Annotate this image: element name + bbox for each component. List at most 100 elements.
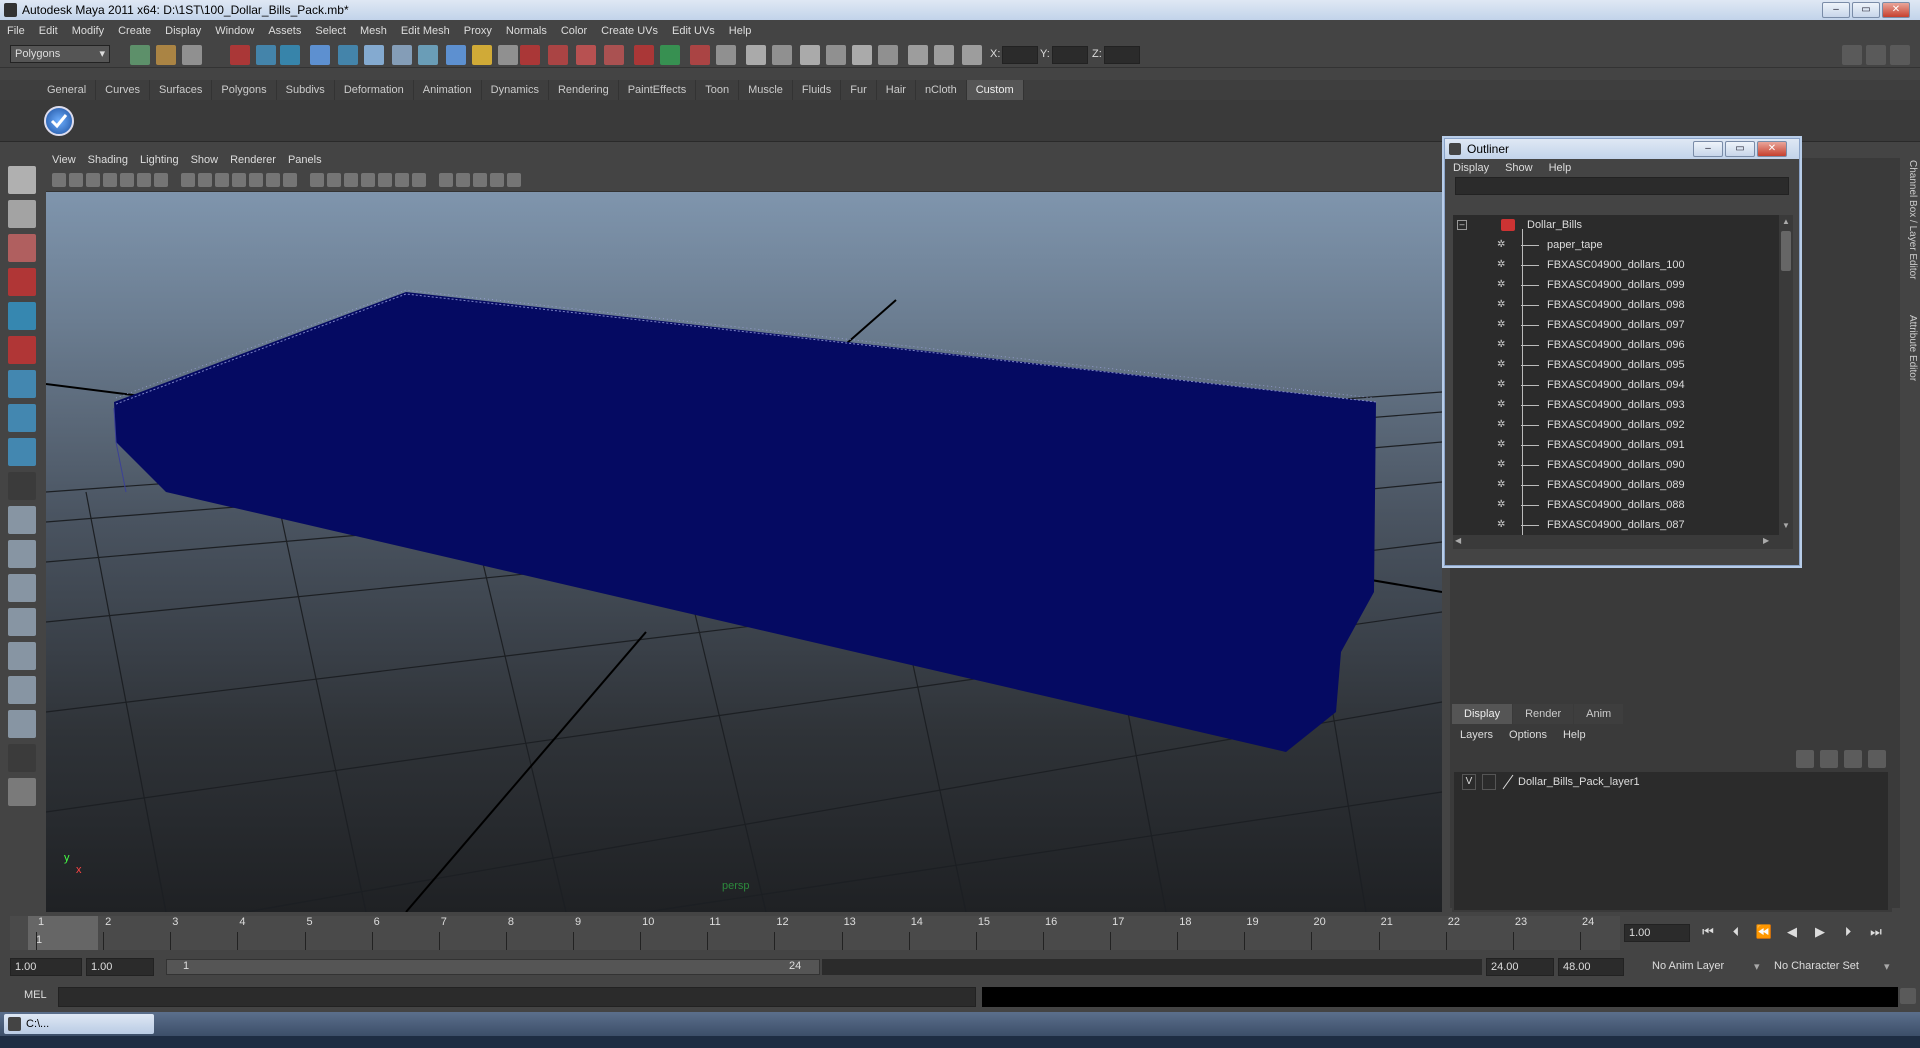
status-tool-28-icon[interactable]	[878, 45, 898, 65]
status-tool-30-icon[interactable]	[934, 45, 954, 65]
viewport-tool-26-icon[interactable]	[507, 173, 521, 187]
outliner-item[interactable]: ✲ FBXASC04900_dollars_089	[1453, 475, 1779, 495]
start-time-input[interactable]: 1.00	[10, 958, 82, 976]
status-tool-10-icon[interactable]	[392, 45, 412, 65]
paint-select-tool-icon[interactable]	[8, 234, 36, 262]
outliner-item[interactable]: ✲ paper_tape	[1453, 235, 1779, 255]
status-tool-27-icon[interactable]	[852, 45, 872, 65]
close-button[interactable]: ✕	[1882, 2, 1910, 18]
shelf-tab-fluids[interactable]: Fluids	[792, 80, 842, 100]
viewport-tool-5-icon[interactable]	[120, 173, 134, 187]
status-tool-8-icon[interactable]	[338, 45, 358, 65]
mode-selector[interactable]: Polygons ▾	[10, 45, 110, 63]
status-tool-15-icon[interactable]	[520, 45, 540, 65]
menu-item-edit-uvs[interactable]: Edit UVs	[672, 25, 715, 37]
viewport-menu-renderer[interactable]: Renderer	[230, 154, 276, 166]
menu-item-file[interactable]: File	[7, 25, 25, 37]
shelf-tab-general[interactable]: General	[38, 80, 97, 100]
scroll-right-icon[interactable]: ▶	[1763, 536, 1769, 545]
scroll-down-icon[interactable]: ▼	[1781, 521, 1791, 531]
step-back-frame-icon[interactable]: ⏪	[1752, 924, 1776, 944]
outliner-item[interactable]: ✲ FBXASC04900_dollars_095	[1453, 355, 1779, 375]
z-coordinate-input[interactable]	[1104, 46, 1140, 64]
shelf-tab-surfaces[interactable]: Surfaces	[149, 80, 213, 100]
layer-menu-options[interactable]: Options	[1509, 729, 1547, 741]
viewport-tool-25-icon[interactable]	[490, 173, 504, 187]
scroll-left-icon[interactable]: ◀	[1455, 536, 1461, 545]
status-tool-31-icon[interactable]	[962, 45, 982, 65]
viewport-menu-show[interactable]: Show	[191, 154, 219, 166]
command-input[interactable]	[58, 987, 976, 1007]
go-to-start-icon[interactable]: ⏮	[1696, 924, 1720, 944]
move-tool-icon[interactable]	[8, 268, 36, 296]
viewport-tool-15-icon[interactable]	[310, 173, 324, 187]
viewport-tool-13-icon[interactable]	[266, 173, 280, 187]
viewport-tool-23-icon[interactable]	[456, 173, 470, 187]
viewport-tool-21-icon[interactable]	[412, 173, 426, 187]
channel-box-toggle-icon[interactable]	[1842, 45, 1862, 65]
outliner-menu-show[interactable]: Show	[1505, 162, 1533, 174]
status-tool-11-icon[interactable]	[418, 45, 438, 65]
viewport-tool-18-icon[interactable]	[361, 173, 375, 187]
outliner-item[interactable]: ✲ FBXASC04900_dollars_087	[1453, 515, 1779, 535]
menu-item-select[interactable]: Select	[315, 25, 346, 37]
current-time-input[interactable]: 1.00	[1624, 924, 1690, 942]
layer-menu-layers[interactable]: Layers	[1460, 729, 1493, 741]
viewport-tool-2-icon[interactable]	[69, 173, 83, 187]
status-tool-18-icon[interactable]	[604, 45, 624, 65]
playback-start-input[interactable]: 1.00	[86, 958, 154, 976]
taskbar-window-item[interactable]: C:\...	[4, 1014, 154, 1034]
step-back-key-icon[interactable]: ⏴	[1724, 924, 1748, 944]
outliner-item[interactable]: ✲ FBXASC04900_dollars_096	[1453, 335, 1779, 355]
playback-end-input[interactable]: 24.00	[1486, 958, 1554, 976]
time-slider[interactable]: 1 1 2 3 4 5 6 7 8 9 10 11 12 13 14 15 16 17 18 19 20 21 22 23 2…	[10, 916, 1620, 950]
shelf-tab-muscle[interactable]: Muscle	[739, 80, 793, 100]
menu-item-create[interactable]: Create	[118, 25, 151, 37]
layer-row[interactable]: V Dollar_Bills_Pack_layer1	[1454, 772, 1888, 792]
menu-item-modify[interactable]: Modify	[72, 25, 104, 37]
step-forward-key-icon[interactable]: ⏵	[1836, 924, 1860, 944]
rotate-tool-icon[interactable]	[8, 302, 36, 330]
custom-shelf-check-icon[interactable]	[44, 106, 74, 136]
single-perspective-tool-icon[interactable]	[8, 506, 36, 534]
viewport-tool-24-icon[interactable]	[473, 173, 487, 187]
status-tool-6-icon[interactable]	[280, 45, 300, 65]
shelf-tab-hair[interactable]: Hair	[876, 80, 916, 100]
persp-graph-tool-icon[interactable]	[8, 608, 36, 636]
status-tool-7-icon[interactable]	[310, 45, 330, 65]
status-tool-25-icon[interactable]	[800, 45, 820, 65]
two-pane-tool-icon[interactable]	[8, 710, 36, 738]
outliner-item[interactable]: ✲ FBXASC04900_dollars_092	[1453, 415, 1779, 435]
tool-settings-toggle-icon[interactable]	[1890, 45, 1910, 65]
viewport-tool-12-icon[interactable]	[249, 173, 263, 187]
status-tool-17-icon[interactable]	[576, 45, 596, 65]
shelf-tab-animation[interactable]: Animation	[413, 80, 482, 100]
manipulator-tool-icon[interactable]	[8, 370, 36, 398]
status-tool-16-icon[interactable]	[548, 45, 568, 65]
play-forward-icon[interactable]: ▶	[1808, 924, 1832, 944]
go-to-end-icon[interactable]: ⏭	[1864, 924, 1888, 944]
status-tool-24-icon[interactable]	[772, 45, 792, 65]
script-editor-icon[interactable]	[1900, 988, 1916, 1004]
outliner-root-row[interactable]: – Dollar_Bills	[1453, 215, 1779, 235]
status-tool-14-icon[interactable]	[498, 45, 518, 65]
viewport-tool-16-icon[interactable]	[327, 173, 341, 187]
status-tool-5-icon[interactable]	[256, 45, 276, 65]
outliner-item[interactable]: ✲ FBXASC04900_dollars_090	[1453, 455, 1779, 475]
status-tool-4-icon[interactable]	[230, 45, 250, 65]
menu-item-help[interactable]: Help	[729, 25, 752, 37]
layer-tab-render[interactable]: Render	[1513, 704, 1574, 724]
new-layer-icon[interactable]	[1796, 750, 1814, 768]
menu-item-color[interactable]: Color	[561, 25, 587, 37]
viewport-tool-10-icon[interactable]	[215, 173, 229, 187]
viewport-tool-17-icon[interactable]	[344, 173, 358, 187]
outliner-minimize-button[interactable]: –	[1693, 141, 1723, 157]
status-tool-22-icon[interactable]	[716, 45, 736, 65]
y-coordinate-input[interactable]	[1052, 46, 1088, 64]
status-tool-9-icon[interactable]	[364, 45, 384, 65]
layer-display-type-toggle[interactable]	[1482, 774, 1496, 790]
layer-menu-help[interactable]: Help	[1563, 729, 1586, 741]
maximize-button[interactable]: ▭	[1852, 2, 1880, 18]
layer-tab-display[interactable]: Display	[1452, 704, 1513, 724]
select-arrow-tool-icon[interactable]	[8, 166, 36, 194]
